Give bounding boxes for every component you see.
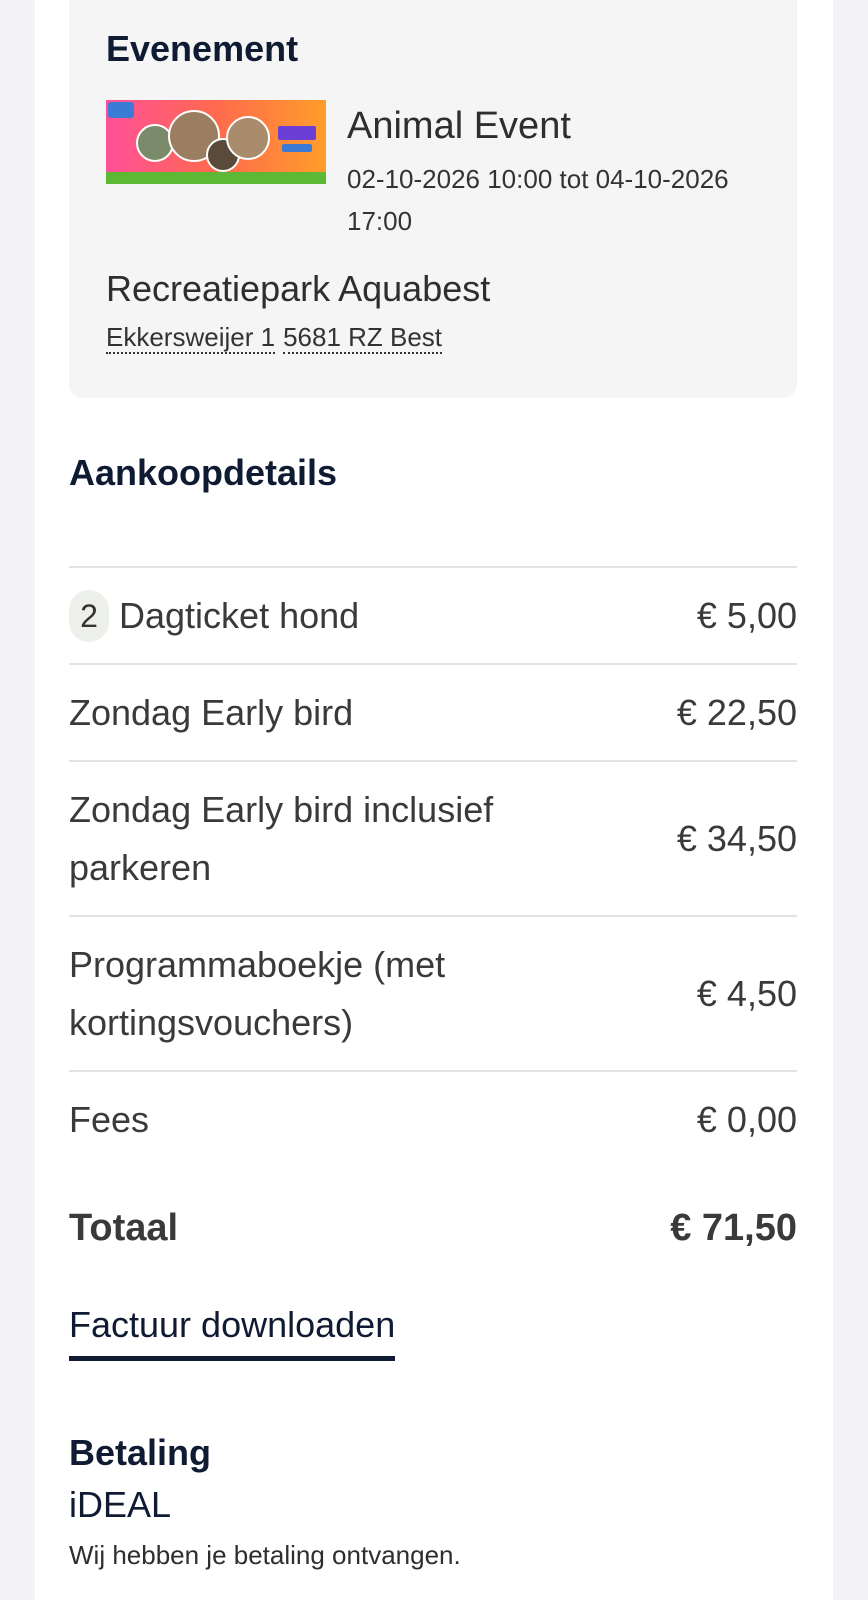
event-address[interactable]: Ekkersweijer 1 5681 RZ Best	[106, 322, 443, 354]
event-heading: Evenement	[106, 28, 299, 69]
list-item: Fees € 0,00	[69, 1070, 797, 1167]
address-city-link[interactable]: 5681 RZ Best	[283, 322, 443, 354]
purchase-items-list: 2 Dagticket hond € 5,00 Zondag Early bir…	[69, 566, 797, 1167]
purchase-details-title: Aankoopdetails	[69, 452, 338, 493]
list-item: Zondag Early bird inclusief parkeren € 3…	[69, 760, 797, 915]
event-name: Animal Event	[347, 105, 571, 147]
item-price: € 0,00	[696, 1098, 797, 1140]
payment-title: Betaling	[69, 1432, 212, 1473]
event-logo-icon	[108, 102, 134, 118]
item-label: Programmaboekje (met kortingsvouchers)	[69, 943, 446, 1043]
item-price: € 4,50	[696, 972, 797, 1014]
order-page: Evenement Animal Event 02-10-2026 10:00 …	[35, 0, 833, 1600]
quantity-badge: 2	[69, 589, 109, 642]
payment-method: iDEAL	[69, 1484, 172, 1525]
list-item: Programmaboekje (met kortingsvouchers) €…	[69, 915, 797, 1070]
download-invoice-button[interactable]: Factuur downloaden	[69, 1304, 396, 1361]
address-street-link[interactable]: Ekkersweijer 1	[106, 322, 276, 354]
item-label: Dagticket hond	[119, 594, 360, 636]
list-item: Zondag Early bird € 22,50	[69, 663, 797, 760]
item-label: Zondag Early bird inclusief parkeren	[69, 788, 494, 888]
payment-status: Wij hebben je betaling ontvangen.	[69, 1540, 461, 1570]
item-label: Zondag Early bird	[69, 691, 354, 733]
event-card: Evenement Animal Event 02-10-2026 10:00 …	[69, 0, 797, 398]
total-value: € 71,50	[670, 1207, 797, 1249]
event-dates: 02-10-2026 10:00 tot 04-10-2026 17:00	[347, 164, 729, 236]
total-row: Totaal € 71,50	[69, 1207, 797, 1250]
item-price: € 34,50	[676, 817, 797, 859]
item-label: Fees	[69, 1098, 150, 1140]
total-label: Totaal	[69, 1207, 179, 1249]
list-item: 2 Dagticket hond € 5,00	[69, 566, 797, 663]
item-price: € 22,50	[676, 691, 797, 733]
event-image	[106, 100, 326, 184]
event-venue: Recreatiepark Aquabest	[106, 268, 491, 309]
item-price: € 5,00	[696, 594, 797, 636]
